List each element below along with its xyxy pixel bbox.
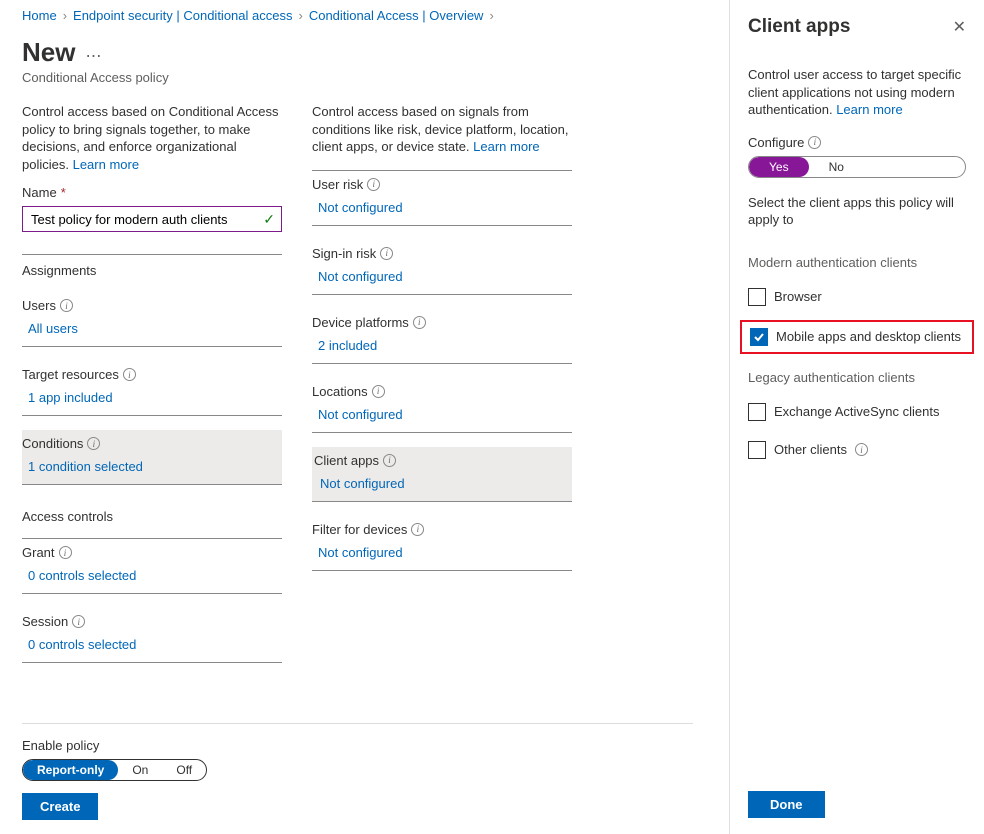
checkbox-other-clients[interactable]: Other clients i (748, 441, 966, 459)
session-value[interactable]: 0 controls selected (28, 637, 136, 652)
configure-no[interactable]: No (809, 157, 864, 177)
enable-on[interactable]: On (118, 760, 162, 780)
info-icon: i (413, 316, 426, 329)
signin-risk-row[interactable]: Sign-in risk i Not configured (312, 240, 572, 295)
device-platforms-row[interactable]: Device platforms i 2 included (312, 309, 572, 364)
info-icon: i (372, 385, 385, 398)
select-text: Select the client apps this policy will … (748, 194, 966, 229)
info-icon: i (59, 546, 72, 559)
close-icon[interactable]: ✕ (953, 17, 966, 37)
info-icon: i (367, 178, 380, 191)
configure-toggle[interactable]: Yes No (748, 156, 966, 178)
user-risk-value[interactable]: Not configured (318, 200, 403, 215)
grant-row[interactable]: Grant i 0 controls selected (22, 538, 282, 594)
breadcrumb-endpoint-security[interactable]: Endpoint security | Conditional access (73, 8, 292, 23)
chevron-right-icon: › (63, 8, 67, 23)
target-resources-value[interactable]: 1 app included (28, 390, 113, 405)
policy-name-input[interactable] (29, 211, 263, 228)
checkbox-icon (750, 328, 768, 346)
grant-value[interactable]: 0 controls selected (28, 568, 136, 583)
left-intro: Control access based on Conditional Acce… (22, 103, 282, 173)
page-subtitle: Conditional Access policy (22, 70, 693, 85)
highlighted-option: Mobile apps and desktop clients (740, 320, 974, 354)
info-icon: i (411, 523, 424, 536)
assignments-header: Assignments (22, 254, 282, 278)
chevron-right-icon: › (298, 8, 302, 23)
info-icon: i (380, 247, 393, 260)
learn-more-link[interactable]: Learn more (73, 157, 139, 172)
legacy-auth-group-label: Legacy authentication clients (748, 370, 966, 385)
filter-devices-row[interactable]: Filter for devices i Not configured (312, 516, 572, 571)
check-icon: ✓ (263, 211, 275, 228)
conditions-value[interactable]: 1 condition selected (28, 459, 143, 474)
locations-value[interactable]: Not configured (318, 407, 403, 422)
info-icon: i (123, 368, 136, 381)
learn-more-link[interactable]: Learn more (836, 102, 902, 117)
user-risk-row[interactable]: User risk i Not configured (312, 170, 572, 226)
breadcrumb-home[interactable]: Home (22, 8, 57, 23)
client-apps-value[interactable]: Not configured (320, 476, 405, 491)
enable-policy-label: Enable policy (22, 738, 693, 753)
signin-risk-value[interactable]: Not configured (318, 269, 403, 284)
info-icon: i (87, 437, 100, 450)
configure-label: Configure i (748, 135, 966, 150)
info-icon: i (855, 443, 868, 456)
enable-off[interactable]: Off (162, 760, 206, 780)
enable-report-only[interactable]: Report-only (23, 760, 118, 780)
modern-auth-group-label: Modern authentication clients (748, 255, 966, 270)
device-platforms-value[interactable]: 2 included (318, 338, 377, 353)
more-icon[interactable]: ⋯ (85, 46, 101, 66)
users-row[interactable]: Users i All users (22, 292, 282, 347)
flyout-intro: Control user access to target specific c… (748, 66, 966, 119)
locations-row[interactable]: Locations i Not configured (312, 378, 572, 433)
client-apps-flyout: Client apps ✕ Control user access to tar… (729, 0, 984, 834)
checkbox-mobile-desktop[interactable]: Mobile apps and desktop clients (750, 328, 964, 346)
info-icon: i (383, 454, 396, 467)
breadcrumb-conditional-access[interactable]: Conditional Access | Overview (309, 8, 484, 23)
learn-more-link[interactable]: Learn more (473, 139, 539, 154)
create-button[interactable]: Create (22, 793, 98, 820)
checkbox-icon (748, 403, 766, 421)
done-button[interactable]: Done (748, 791, 825, 818)
right-intro: Control access based on signals from con… (312, 103, 572, 156)
name-input-wrap: ✓ (22, 206, 282, 232)
name-label: Name* (22, 185, 282, 200)
session-row[interactable]: Session i 0 controls selected (22, 608, 282, 663)
conditions-row[interactable]: Conditions i 1 condition selected (22, 430, 282, 485)
info-icon: i (60, 299, 73, 312)
info-icon: i (72, 615, 85, 628)
target-resources-row[interactable]: Target resources i 1 app included (22, 361, 282, 416)
checkbox-icon (748, 441, 766, 459)
users-value[interactable]: All users (28, 321, 78, 336)
flyout-title: Client apps (748, 16, 850, 38)
info-icon: i (808, 136, 821, 149)
page-title: New (22, 37, 75, 68)
access-controls-header: Access controls (22, 509, 282, 524)
configure-yes[interactable]: Yes (749, 157, 809, 177)
client-apps-row[interactable]: Client apps i Not configured (312, 447, 572, 502)
filter-devices-value[interactable]: Not configured (318, 545, 403, 560)
checkbox-icon (748, 288, 766, 306)
checkbox-exchange-activesync[interactable]: Exchange ActiveSync clients (748, 403, 966, 421)
checkbox-browser[interactable]: Browser (748, 288, 966, 306)
breadcrumb: Home › Endpoint security | Conditional a… (22, 8, 693, 23)
enable-policy-toggle[interactable]: Report-only On Off (22, 759, 207, 781)
chevron-right-icon: › (489, 8, 493, 23)
